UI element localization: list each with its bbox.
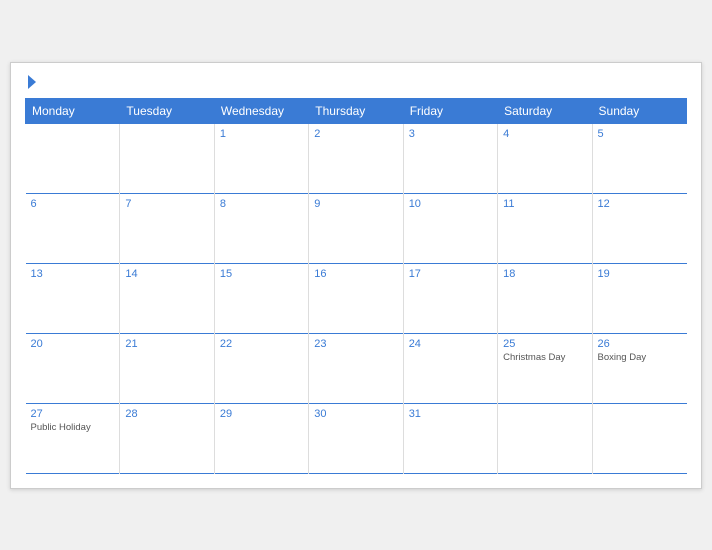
- day-number: 21: [125, 338, 208, 350]
- calendar-cell: 27 Public Holiday: [26, 403, 120, 473]
- day-number: 20: [31, 338, 115, 350]
- day-number: 27: [31, 408, 115, 420]
- day-number: 15: [220, 268, 303, 280]
- day-number: 14: [125, 268, 208, 280]
- day-number: 12: [598, 198, 682, 210]
- calendar-cell: [120, 123, 214, 193]
- calendar-header: [25, 75, 687, 90]
- weekday-header-friday: Friday: [403, 98, 497, 123]
- calendar-cell: 31: [403, 403, 497, 473]
- calendar-cell: 8: [214, 193, 308, 263]
- day-number: 24: [409, 338, 492, 350]
- calendar-cell: 23: [309, 333, 403, 403]
- calendar-cell: 4: [498, 123, 592, 193]
- calendar-cell: 25 Christmas Day: [498, 333, 592, 403]
- calendar-cell: 12: [592, 193, 686, 263]
- week-row-4: 20 21 22 23 24 25 Christmas Day 26 Boxing Day: [26, 333, 687, 403]
- calendar-table: MondayTuesdayWednesdayThursdayFridaySatu…: [25, 98, 687, 474]
- calendar-cell: 13: [26, 263, 120, 333]
- logo: [25, 75, 36, 90]
- day-number: 5: [598, 128, 682, 140]
- day-number: 18: [503, 268, 586, 280]
- week-row-3: 13 14 15 16 17 18 19: [26, 263, 687, 333]
- calendar-cell: 19: [592, 263, 686, 333]
- calendar-cell: 28: [120, 403, 214, 473]
- calendar-cell: [592, 403, 686, 473]
- calendar-cell: 9: [309, 193, 403, 263]
- calendar-cell: 1: [214, 123, 308, 193]
- calendar-cell: 26 Boxing Day: [592, 333, 686, 403]
- day-number: 6: [31, 198, 115, 210]
- day-number: 19: [598, 268, 682, 280]
- calendar-cell: 17: [403, 263, 497, 333]
- day-number: 11: [503, 198, 586, 210]
- calendar-cell: [498, 403, 592, 473]
- calendar-cell: 3: [403, 123, 497, 193]
- weekday-header-sunday: Sunday: [592, 98, 686, 123]
- day-number: 31: [409, 408, 492, 420]
- logo-triangle-icon: [28, 75, 36, 89]
- day-number: 3: [409, 128, 492, 140]
- calendar-cell: 5: [592, 123, 686, 193]
- day-number: 22: [220, 338, 303, 350]
- calendar-cell: 22: [214, 333, 308, 403]
- day-number: 7: [125, 198, 208, 210]
- day-number: 4: [503, 128, 586, 140]
- weekday-header-monday: Monday: [26, 98, 120, 123]
- calendar-cell: 10: [403, 193, 497, 263]
- calendar-cell: 7: [120, 193, 214, 263]
- day-number: 25: [503, 338, 586, 350]
- holiday-name: Public Holiday: [31, 422, 115, 433]
- week-row-5: 27 Public Holiday 28 29 30 31: [26, 403, 687, 473]
- calendar-cell: 18: [498, 263, 592, 333]
- day-number: 30: [314, 408, 397, 420]
- calendar-cell: 6: [26, 193, 120, 263]
- weekday-header-row: MondayTuesdayWednesdayThursdayFridaySatu…: [26, 98, 687, 123]
- calendar-cell: 20: [26, 333, 120, 403]
- day-number: 28: [125, 408, 208, 420]
- day-number: 16: [314, 268, 397, 280]
- day-number: 13: [31, 268, 115, 280]
- calendar-cell: 15: [214, 263, 308, 333]
- weekday-header-wednesday: Wednesday: [214, 98, 308, 123]
- day-number: 10: [409, 198, 492, 210]
- calendar-cell: 14: [120, 263, 214, 333]
- calendar-cell: 30: [309, 403, 403, 473]
- day-number: 9: [314, 198, 397, 210]
- day-number: 29: [220, 408, 303, 420]
- calendar-cell: 2: [309, 123, 403, 193]
- day-number: 1: [220, 128, 303, 140]
- calendar-cell: 29: [214, 403, 308, 473]
- week-row-1: 12345: [26, 123, 687, 193]
- week-row-2: 6789 10 11 12: [26, 193, 687, 263]
- weekday-header-saturday: Saturday: [498, 98, 592, 123]
- day-number: 23: [314, 338, 397, 350]
- calendar-cell: [26, 123, 120, 193]
- logo-blue-text: [25, 75, 36, 90]
- calendar-cell: 21: [120, 333, 214, 403]
- calendar-cell: 11: [498, 193, 592, 263]
- day-number: 26: [598, 338, 682, 350]
- day-number: 17: [409, 268, 492, 280]
- weekday-header-thursday: Thursday: [309, 98, 403, 123]
- holiday-name: Boxing Day: [598, 352, 682, 363]
- weekday-header-tuesday: Tuesday: [120, 98, 214, 123]
- day-number: 2: [314, 128, 397, 140]
- day-number: 8: [220, 198, 303, 210]
- calendar-cell: 24: [403, 333, 497, 403]
- holiday-name: Christmas Day: [503, 352, 586, 363]
- calendar-cell: 16: [309, 263, 403, 333]
- calendar-container: MondayTuesdayWednesdayThursdayFridaySatu…: [10, 62, 702, 489]
